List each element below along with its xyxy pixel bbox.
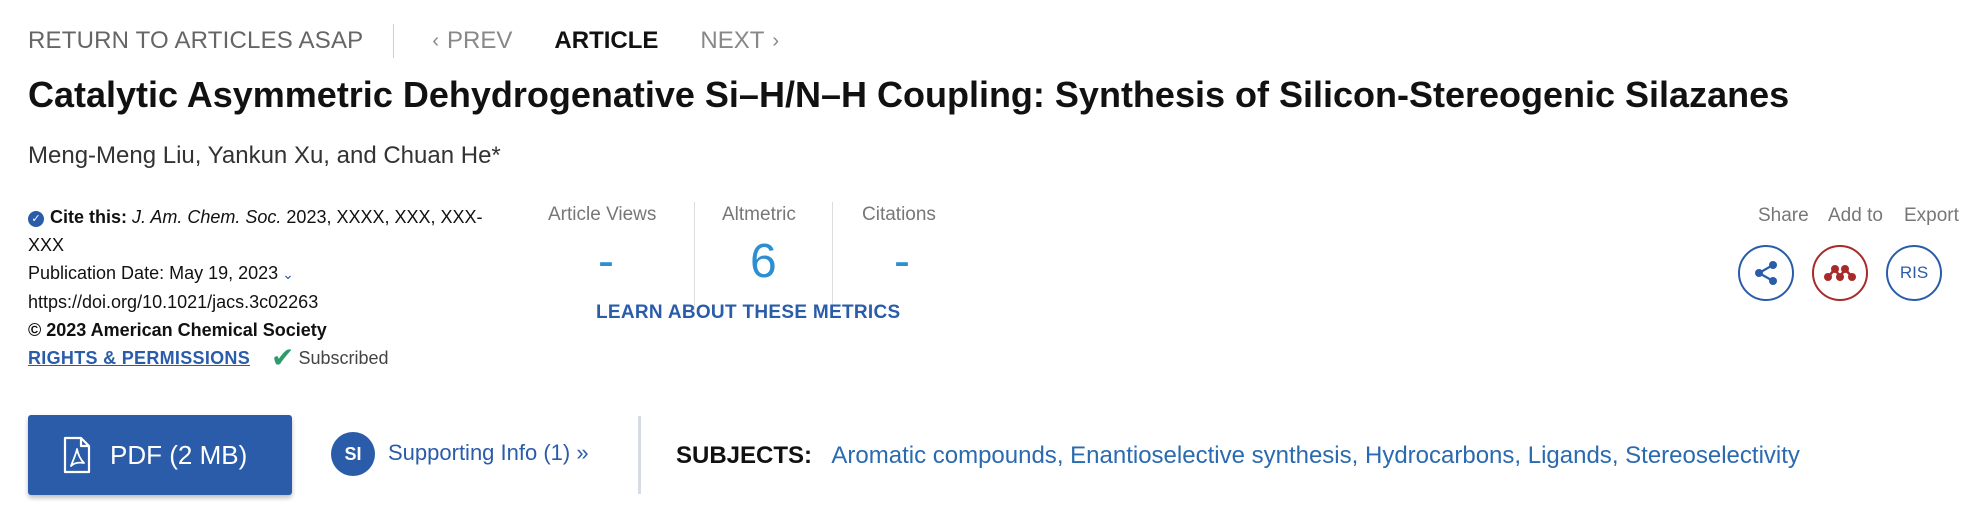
publication-date[interactable]: Publication Date: May 19, 2023 ⌄	[28, 259, 518, 288]
metrics-divider	[832, 202, 833, 310]
cite-line: ✓ Cite this: J. Am. Chem. Soc. 2023, XXXX…	[28, 203, 518, 259]
citation-block: ✓ Cite this: J. Am. Chem. Soc. 2023, XXXX…	[28, 203, 518, 372]
bottom-divider	[638, 416, 641, 494]
subject-separator: ,	[1056, 442, 1071, 469]
subject-link[interactable]: Stereoselectivity	[1625, 442, 1800, 469]
subject-separator: ,	[1611, 442, 1626, 469]
next-label: NEXT	[700, 27, 765, 54]
share-label: Share	[1758, 205, 1809, 226]
subjects-row: SUBJECTS: Aromatic compounds, Enantiosel…	[676, 442, 1800, 470]
prev-link[interactable]: ‹ PREV	[424, 27, 512, 55]
export-ris-button[interactable]: RIS	[1886, 245, 1942, 301]
subject-link[interactable]: Aromatic compounds	[831, 442, 1056, 469]
article-views-value: -	[598, 235, 614, 288]
subject-link[interactable]: Enantioselective synthesis	[1070, 442, 1351, 469]
citations-label: Citations	[862, 204, 936, 225]
export-label: Export	[1904, 205, 1959, 226]
cite-journal: J. Am. Chem. Soc.	[132, 207, 282, 227]
pdf-download-label: PDF (2 MB)	[110, 439, 248, 470]
article-title: Catalytic Asymmetric Dehydrogenative Si–…	[28, 74, 1790, 115]
rights-row: RIGHTS & PERMISSIONS ✔ Subscribed	[28, 344, 518, 372]
article-authors: Meng-Meng Liu, Yankun Xu, and Chuan He*	[28, 142, 501, 169]
subject-link[interactable]: Hydrocarbons	[1365, 442, 1514, 469]
metrics-divider	[694, 202, 695, 310]
checkmark-icon: ✔	[271, 342, 295, 373]
prev-label: PREV	[447, 27, 513, 54]
add-to-label: Add to	[1828, 205, 1883, 226]
altmetric-value[interactable]: 6	[750, 234, 777, 289]
article-views-label: Article Views	[548, 204, 657, 225]
cite-label: Cite this:	[50, 207, 128, 227]
share-button[interactable]	[1738, 245, 1794, 301]
chevron-left-icon: ‹	[432, 29, 440, 52]
subscribed-status: Subscribed	[298, 348, 389, 368]
add-to-mendeley-button[interactable]	[1812, 245, 1868, 301]
publication-date-text: Publication Date: May 19, 2023	[28, 263, 279, 283]
citations-value: -	[894, 235, 910, 288]
article-tab[interactable]: ARTICLE	[554, 27, 658, 55]
doi-link[interactable]: https://doi.org/10.1021/jacs.3c02263	[28, 288, 518, 316]
article-navigation: RETURN TO ARTICLES ASAP ‹ PREV ARTICLE N…	[28, 24, 787, 58]
subject-separator: ,	[1514, 442, 1528, 469]
return-to-articles-link[interactable]: RETURN TO ARTICLES ASAP	[28, 27, 363, 55]
chevron-right-icon: ›	[772, 29, 780, 52]
copyright-text: © 2023 American Chemical Society	[28, 320, 327, 340]
share-icon	[1755, 261, 1777, 285]
rights-permissions-link[interactable]: RIGHTS & PERMISSIONS	[28, 348, 250, 368]
pdf-file-icon	[63, 436, 91, 474]
nav-divider	[393, 24, 395, 58]
chevron-down-icon: ⌄	[282, 266, 294, 282]
subject-separator: ,	[1351, 442, 1365, 469]
supporting-info-link[interactable]: Supporting Info (1) »	[388, 440, 589, 466]
next-link[interactable]: NEXT ›	[700, 27, 787, 55]
supporting-info-badge[interactable]: SI	[331, 432, 375, 476]
mendeley-icon	[1824, 265, 1856, 281]
altmetric-label: Altmetric	[722, 204, 796, 225]
pdf-download-button[interactable]: PDF (2 MB)	[28, 415, 292, 495]
learn-about-metrics-link[interactable]: LEARN ABOUT THESE METRICS	[596, 302, 900, 324]
subjects-label: SUBJECTS:	[676, 442, 813, 469]
subject-link[interactable]: Ligands	[1528, 442, 1612, 469]
check-circle-icon: ✓	[28, 211, 44, 227]
